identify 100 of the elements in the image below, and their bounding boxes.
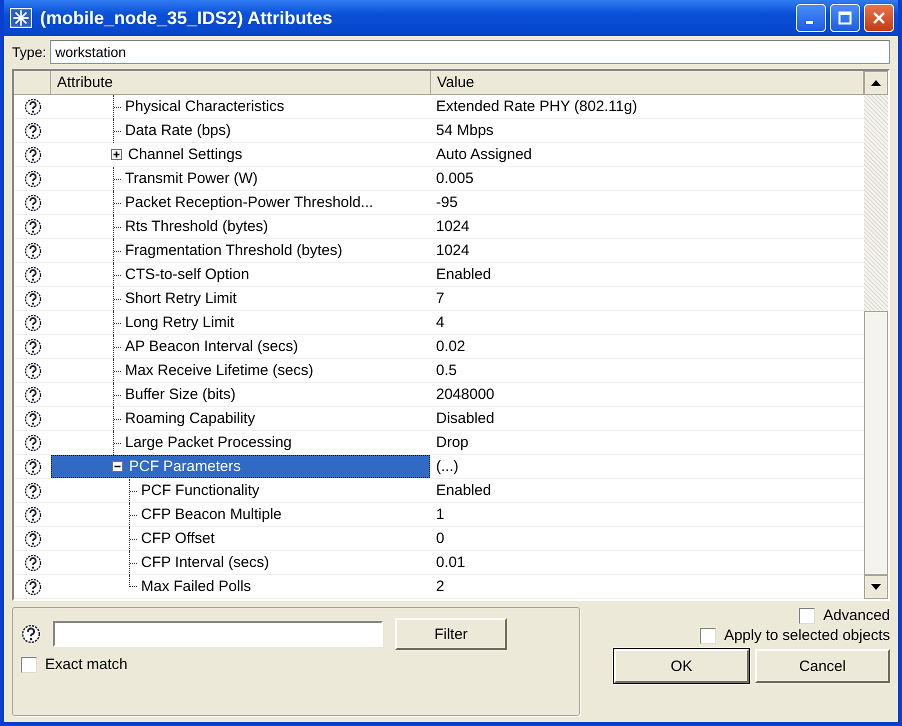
help-icon[interactable] — [24, 530, 42, 548]
attribute-row[interactable]: CFP Beacon Multiple — [51, 503, 430, 526]
maximize-icon[interactable] — [838, 11, 852, 25]
help-icon[interactable] — [24, 242, 42, 260]
attribute-row[interactable]: Channel Settings — [51, 143, 430, 166]
attribute-value[interactable]: 0.5 — [430, 359, 864, 382]
help-icon[interactable] — [24, 458, 42, 476]
attribute-name: Large Packet Processing — [125, 434, 292, 451]
attribute-value[interactable]: 1024 — [430, 215, 864, 238]
attribute-name: CFP Offset — [141, 530, 215, 547]
help-icon[interactable] — [24, 410, 42, 428]
help-icon[interactable] — [24, 482, 42, 500]
attribute-row[interactable]: Rts Threshold (bytes) — [51, 215, 430, 238]
attribute-value[interactable]: -95 — [430, 191, 864, 214]
close-icon[interactable] — [872, 11, 886, 25]
type-field[interactable]: workstation — [50, 40, 890, 64]
attribute-name: Rts Threshold (bytes) — [125, 218, 268, 235]
column-header[interactable]: Value — [431, 71, 864, 95]
attribute-value[interactable]: 1024 — [430, 239, 864, 262]
attribute-name: CFP Interval (secs) — [141, 554, 270, 571]
attribute-name: Fragmentation Threshold (bytes) — [125, 242, 342, 259]
attribute-value[interactable]: 54 Mbps — [430, 119, 864, 142]
help-icon[interactable] — [24, 146, 42, 164]
attribute-name: AP Beacon Interval (secs) — [125, 338, 298, 355]
attribute-row[interactable]: Physical Characteristics — [51, 95, 430, 118]
window-title: (mobile_node_35_IDS2) Attributes — [40, 8, 334, 28]
attribute-row[interactable]: Fragmentation Threshold (bytes) — [51, 239, 430, 262]
attribute-row[interactable]: CTS-to-self Option — [51, 263, 430, 286]
attribute-name: Transmit Power (W) — [125, 170, 258, 187]
help-icon[interactable] — [21, 624, 41, 644]
exact-match-label: Exact match — [45, 656, 128, 673]
attribute-row[interactable]: Data Rate (bps) — [51, 119, 430, 142]
help-icon[interactable] — [24, 98, 42, 116]
attribute-row[interactable]: Long Retry Limit — [51, 311, 430, 334]
help-icon[interactable] — [24, 290, 42, 308]
dialog-button[interactable]: Cancel — [755, 649, 890, 683]
attribute-row[interactable]: Max Failed Polls — [51, 575, 430, 598]
help-icon[interactable] — [24, 506, 42, 524]
attribute-row[interactable]: Short Retry Limit — [51, 287, 430, 310]
help-icon[interactable] — [24, 578, 42, 596]
scroll-thumb[interactable] — [864, 311, 888, 575]
attribute-value[interactable]: 1 — [430, 503, 864, 526]
attribute-row[interactable]: Packet Reception-Power Threshold... — [51, 191, 430, 214]
minimize-button[interactable] — [796, 4, 826, 32]
attribute-value[interactable]: Enabled — [430, 479, 864, 502]
attribute-name: Packet Reception-Power Threshold... — [125, 194, 374, 211]
attribute-row[interactable]: Buffer Size (bits) — [51, 383, 430, 406]
help-icon[interactable] — [24, 266, 42, 284]
attribute-value[interactable]: 0.01 — [430, 551, 864, 574]
attribute-row[interactable]: PCF Parameters — [51, 455, 430, 478]
attribute-value[interactable]: 4 — [430, 311, 864, 334]
help-icon[interactable] — [24, 434, 42, 452]
attribute-row[interactable]: Roaming Capability — [51, 407, 430, 430]
attribute-value[interactable]: Drop — [430, 431, 864, 454]
help-icon[interactable] — [24, 194, 42, 212]
column-header[interactable]: Attribute — [51, 71, 431, 95]
option-checkbox[interactable] — [700, 628, 716, 644]
help-icon[interactable] — [24, 338, 42, 356]
help-icon[interactable] — [24, 362, 42, 380]
attribute-value[interactable]: Auto Assigned — [430, 143, 864, 166]
attribute-name: Physical Characteristics — [125, 98, 284, 115]
attribute-value[interactable]: 2 — [430, 575, 864, 598]
attribute-row[interactable]: AP Beacon Interval (secs) — [51, 335, 430, 358]
vertical-scrollbar[interactable] — [864, 71, 888, 599]
expand-icon[interactable] — [112, 461, 123, 472]
help-icon[interactable] — [24, 386, 42, 404]
close-button[interactable] — [864, 4, 894, 32]
help-icon[interactable] — [24, 314, 42, 332]
attribute-row[interactable]: CFP Interval (secs) — [51, 551, 430, 574]
help-icon[interactable] — [24, 554, 42, 572]
attribute-value[interactable]: Enabled — [430, 263, 864, 286]
attribute-row[interactable]: CFP Offset — [51, 527, 430, 550]
scroll-up-icon[interactable] — [871, 80, 881, 86]
expand-icon[interactable] — [111, 149, 122, 160]
attribute-name: PCF Functionality — [141, 482, 260, 499]
attribute-name: Max Failed Polls — [141, 578, 252, 595]
exact-match-checkbox[interactable] — [21, 656, 37, 672]
attribute-value[interactable]: 0.005 — [430, 167, 864, 190]
attribute-row[interactable]: PCF Functionality — [51, 479, 430, 502]
help-icon[interactable] — [24, 170, 42, 188]
option-checkbox[interactable] — [799, 608, 816, 624]
attribute-value[interactable]: 2048000 — [430, 383, 864, 406]
attribute-row[interactable]: Transmit Power (W) — [51, 167, 430, 190]
attribute-name: Short Retry Limit — [125, 290, 237, 307]
attribute-value[interactable]: Disabled — [430, 407, 864, 430]
attribute-value[interactable]: 7 — [430, 287, 864, 310]
filter-button[interactable]: Filter — [395, 618, 507, 650]
filter-field[interactable] — [53, 621, 383, 647]
scroll-down-icon[interactable] — [871, 584, 881, 590]
help-icon[interactable] — [24, 218, 42, 236]
attribute-value[interactable]: 0.02 — [430, 335, 864, 358]
dialog-button[interactable]: OK — [614, 649, 749, 683]
help-icon[interactable] — [24, 122, 42, 140]
attribute-value[interactable]: Extended Rate PHY (802.11g) — [430, 95, 864, 118]
attribute-name: Roaming Capability — [125, 410, 256, 427]
attribute-value[interactable]: (...) — [430, 455, 864, 478]
attribute-row[interactable]: Max Receive Lifetime (secs) — [51, 359, 430, 382]
maximize-button[interactable] — [830, 4, 860, 32]
attribute-row[interactable]: Large Packet Processing — [51, 431, 430, 454]
attribute-value[interactable]: 0 — [430, 527, 864, 550]
